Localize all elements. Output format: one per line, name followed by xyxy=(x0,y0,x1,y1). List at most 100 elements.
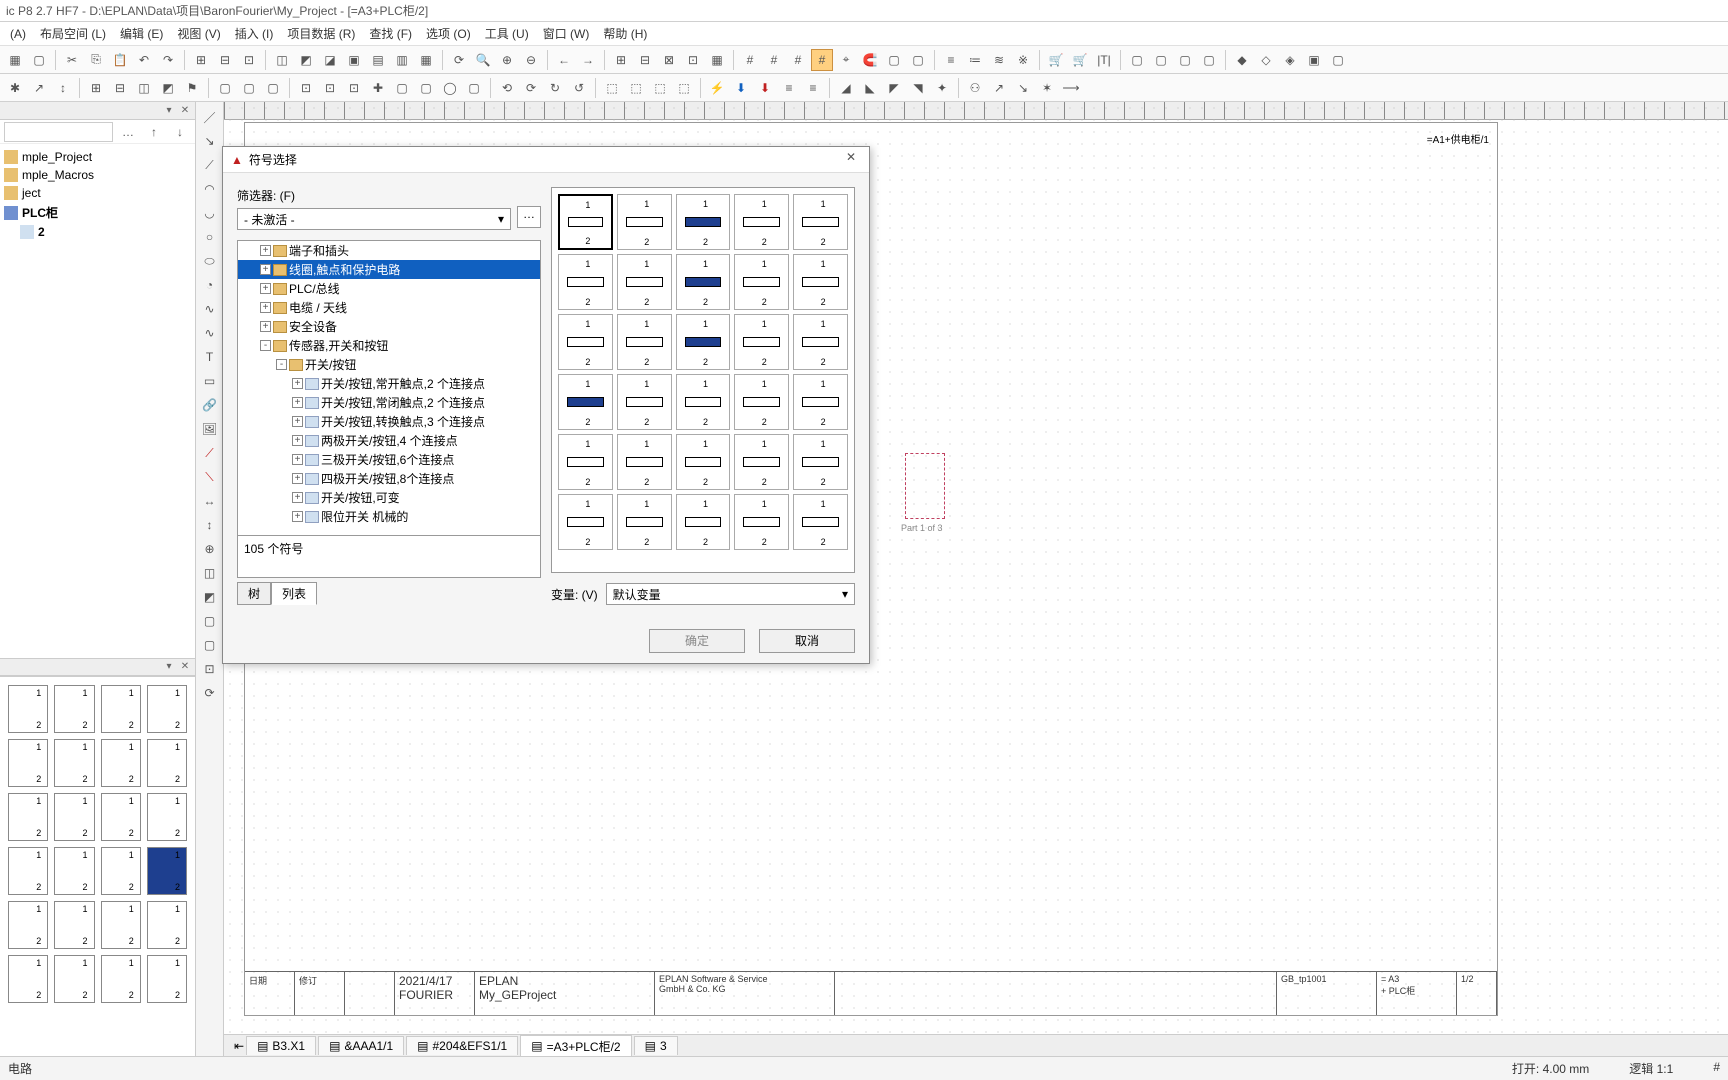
tool-icon[interactable]: ↕ xyxy=(52,77,74,99)
dialog-titlebar[interactable]: ▲ 符号选择 ✕ xyxy=(223,147,869,173)
forward-icon[interactable]: → xyxy=(577,49,599,71)
undo-icon[interactable]: ↶ xyxy=(133,49,155,71)
tool-icon[interactable]: ✦ xyxy=(931,77,953,99)
grid-snap-icon[interactable]: # xyxy=(811,49,833,71)
tool-icon[interactable]: ⬇ xyxy=(730,77,752,99)
tool-icon[interactable]: ▦ xyxy=(415,49,437,71)
palette-symbol[interactable]: 12 xyxy=(54,847,94,895)
grid-icon[interactable]: ⊟ xyxy=(634,49,656,71)
tool-icon[interactable]: ▣ xyxy=(343,49,365,71)
page-tab[interactable]: ▤&AAA1/1 xyxy=(318,1036,404,1055)
tree-item[interactable]: +两极开关/按钮,4 个连接点 xyxy=(238,431,540,450)
palette-symbol[interactable]: 12 xyxy=(101,901,141,949)
tree-item[interactable]: +开关/按钮,常开触点,2 个连接点 xyxy=(238,374,540,393)
tree-item[interactable]: ject xyxy=(0,184,195,202)
palette-symbol[interactable]: 12 xyxy=(147,847,187,895)
tool-icon[interactable]: ✶ xyxy=(1036,77,1058,99)
tool-icon[interactable]: ✱ xyxy=(4,77,26,99)
symbol-preview-cell[interactable]: 12 xyxy=(558,194,613,250)
tool-icon[interactable]: ◫ xyxy=(271,49,293,71)
palette-symbol[interactable]: 12 xyxy=(101,685,141,733)
expand-icon[interactable]: + xyxy=(292,492,303,503)
tool-icon[interactable]: ▢ xyxy=(28,49,50,71)
tool-icon[interactable]: ⊡ xyxy=(319,77,341,99)
symbol-preview-cell[interactable]: 12 xyxy=(734,194,789,250)
symbol-preview-cell[interactable]: 12 xyxy=(617,434,672,490)
tab-tree[interactable]: 树 xyxy=(237,582,271,605)
tool-icon[interactable]: ◇ xyxy=(1255,49,1277,71)
symbol-preview-cell[interactable]: 12 xyxy=(793,314,848,370)
tool-icon[interactable]: ※ xyxy=(1012,49,1034,71)
menu-item[interactable]: 布局空间 (L) xyxy=(34,23,112,44)
palette-symbol[interactable]: 12 xyxy=(54,955,94,1003)
tool-icon[interactable]: ◥ xyxy=(907,77,929,99)
palette-symbol[interactable]: 12 xyxy=(8,901,48,949)
arc-icon[interactable]: ◠ xyxy=(199,178,221,200)
tool-icon[interactable]: ⬚ xyxy=(601,77,623,99)
refresh-icon[interactable]: ⟲ xyxy=(496,77,518,99)
expand-icon[interactable]: + xyxy=(260,283,271,294)
tool-icon[interactable]: ↔ xyxy=(199,490,221,512)
symbol-preview-cell[interactable]: 12 xyxy=(793,254,848,310)
filter-combo[interactable]: - 未激活 -▾ xyxy=(237,208,511,230)
expand-icon[interactable]: - xyxy=(276,359,287,370)
symbol-preview-cell[interactable]: 12 xyxy=(676,194,731,250)
tool-icon[interactable]: ⊟ xyxy=(214,49,236,71)
tool-icon[interactable]: ▢ xyxy=(199,610,221,632)
circle-icon[interactable]: ○ xyxy=(199,226,221,248)
palette-symbol[interactable]: 12 xyxy=(8,847,48,895)
tab-list[interactable]: 列表 xyxy=(271,582,317,605)
symbol-preview-cell[interactable]: 12 xyxy=(793,434,848,490)
tool-icon[interactable]: ≡ xyxy=(778,77,800,99)
palette-symbol[interactable]: 12 xyxy=(101,955,141,1003)
tool-icon[interactable]: ⊕ xyxy=(199,538,221,560)
symbol-preview-cell[interactable]: 12 xyxy=(676,374,731,430)
expand-icon[interactable]: + xyxy=(292,511,303,522)
project-filter-combo[interactable] xyxy=(4,122,113,142)
symbol-preview-cell[interactable]: 12 xyxy=(793,494,848,550)
tree-item[interactable]: mple_Macros xyxy=(0,166,195,184)
palette-symbol[interactable]: 12 xyxy=(147,739,187,787)
palette-symbol[interactable]: 12 xyxy=(8,739,48,787)
tree-item[interactable]: +端子和插头 xyxy=(238,241,540,260)
tool-icon[interactable]: ◈ xyxy=(1279,49,1301,71)
palette-symbol[interactable]: 12 xyxy=(8,793,48,841)
tool-icon[interactable]: ▦ xyxy=(4,49,26,71)
ok-button[interactable]: 确定 xyxy=(649,629,745,653)
page-tab[interactable]: ▤B3.X1 xyxy=(246,1036,316,1055)
expand-icon[interactable]: + xyxy=(292,435,303,446)
tool-icon[interactable]: ⟶ xyxy=(1060,77,1082,99)
tree-item[interactable]: +PLC/总线 xyxy=(238,279,540,298)
expand-icon[interactable]: + xyxy=(292,378,303,389)
tool-icon[interactable]: ▢ xyxy=(415,77,437,99)
tool-icon[interactable]: ◣ xyxy=(859,77,881,99)
symbol-preview-cell[interactable]: 12 xyxy=(676,434,731,490)
grid-snap-icon[interactable]: # xyxy=(739,49,761,71)
symbol-preview-cell[interactable]: 12 xyxy=(734,434,789,490)
ellipse-icon[interactable]: ⬭ xyxy=(199,250,221,272)
palette-symbol[interactable]: 12 xyxy=(101,739,141,787)
tool-icon[interactable]: ≔ xyxy=(964,49,986,71)
tab-nav-icon[interactable]: ⇤ xyxy=(234,1039,244,1053)
symbol-preview-cell[interactable]: 12 xyxy=(734,494,789,550)
tool-icon[interactable]: ⬚ xyxy=(673,77,695,99)
menu-item[interactable]: 帮助 (H) xyxy=(597,23,653,44)
tool-icon[interactable]: ▢ xyxy=(1327,49,1349,71)
menu-item[interactable]: 编辑 (E) xyxy=(114,23,169,44)
close-icon[interactable]: ✕ xyxy=(841,150,861,170)
menu-item[interactable]: 项目数据 (R) xyxy=(281,23,361,44)
tool-icon[interactable]: ◩ xyxy=(157,77,179,99)
tool-icon[interactable]: 🛒 xyxy=(1069,49,1091,71)
menu-item[interactable]: 查找 (F) xyxy=(363,23,418,44)
new-icon[interactable]: ✚ xyxy=(367,77,389,99)
polyline-icon[interactable]: ⟋ xyxy=(199,154,221,176)
page-tab[interactable]: ▤3 xyxy=(634,1036,678,1055)
tool-icon[interactable]: ◤ xyxy=(883,77,905,99)
symbol-preview-cell[interactable]: 12 xyxy=(558,494,613,550)
symbol-preview-cell[interactable]: 12 xyxy=(617,254,672,310)
menu-item[interactable]: 工具 (U) xyxy=(479,23,535,44)
symbol-preview-cell[interactable]: 12 xyxy=(617,194,672,250)
tool-icon[interactable]: ▢ xyxy=(1150,49,1172,71)
tool-icon[interactable]: ⬚ xyxy=(649,77,671,99)
paste-icon[interactable]: 📋 xyxy=(109,49,131,71)
